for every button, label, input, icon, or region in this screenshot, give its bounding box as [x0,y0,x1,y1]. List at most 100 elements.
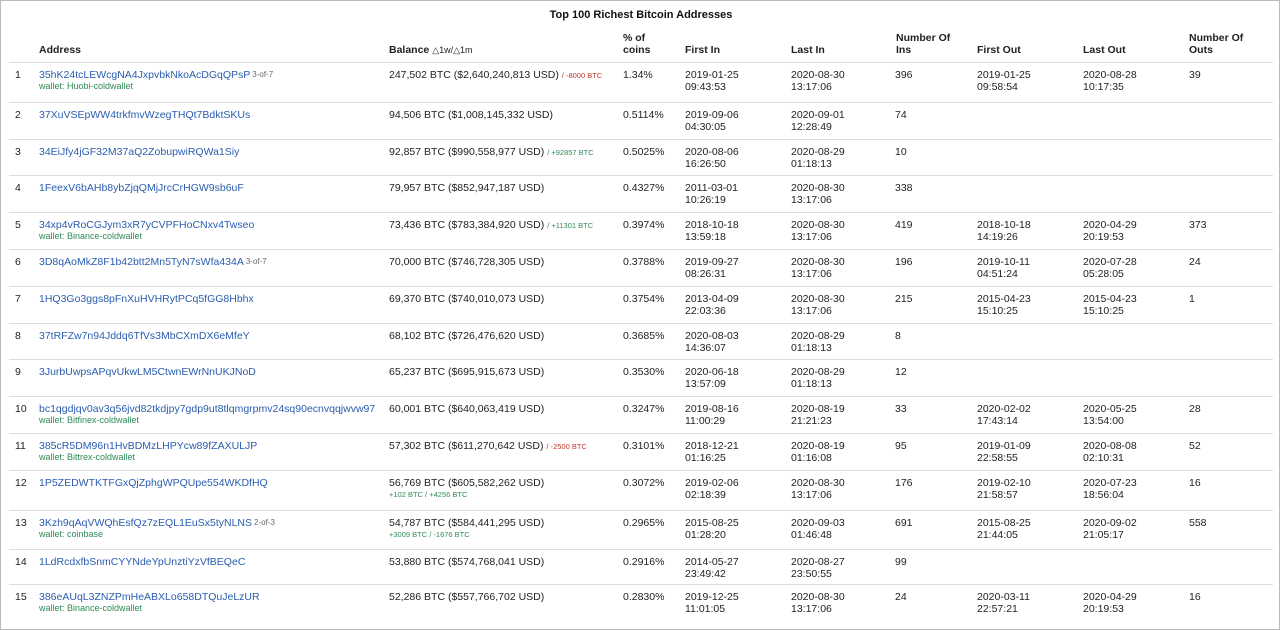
pct-cell: 1.34% [617,63,679,102]
first-in-cell-date: 2020-08-03 [685,330,739,342]
outs-count: 24 [1189,256,1201,268]
header-ins[interactable]: Number Of Ins [896,32,950,56]
first-in-cell: 2019-02-06 02:18:39 [679,471,785,510]
balance-cell: 57,302 BTC ($611,270,642 USD) / -2500 BT… [383,434,617,470]
first-in-cell-time: 01:28:20 [685,529,726,541]
first-in-cell-time: 16:26:50 [685,158,726,170]
address-cell: 1FeexV6bAHb8ybZjqQMjJrcCrHGW9sb6uF [39,176,244,194]
last-in-cell-time: 13:17:06 [791,305,832,317]
ins-count: 99 [895,556,907,568]
last-in-cell: 2020-08-30 13:17:06 [785,213,891,249]
address-link[interactable]: 3JurbUwpsAPqvUkwLM5CtwnEWrNnUKJNoD [39,366,256,378]
header-address[interactable]: Address [39,44,81,56]
balance-cell: 247,502 BTC ($2,640,240,813 USD) / -8000… [383,63,617,102]
header-ins-line1: Number Of [896,32,951,44]
last-in-cell-date: 2020-08-30 [791,477,845,489]
last-in-cell-time: 13:17:06 [791,194,832,206]
last-in-cell-date: 2020-08-19 [791,403,845,415]
row-rank: 9 [15,366,21,378]
pct-cell: 0.5114% [617,103,679,139]
balance-cell: 53,880 BTC ($574,768,041 USD) [383,550,617,584]
last-out-cell-date: 2020-08-08 [1083,440,1137,452]
first-in-cell-date: 2014-05-27 [685,556,739,568]
first-in-cell-time: 13:57:09 [685,378,726,390]
address-link[interactable]: 3D8qAoMkZ8F1b42btt2Mn5TyN7sWfa434A [39,256,244,268]
balance-value: 53,880 BTC ($574,768,041 USD) [389,556,545,568]
address-cell: 37XuVSEpWW4trkfmvWzegTHQt7BdktSKUs [39,103,250,121]
address-cell: 1P5ZEDWTKTFGxQjZphgWPQUpe554WKDfHQ [39,471,268,489]
pct-cell: 0.3788% [617,250,679,286]
last-out-cell-time: 05:28:05 [1083,268,1124,280]
address-cell: 34EiJfy4jGF32M37aQ2ZobupwiRQWa1Siy [39,140,239,158]
header-last-out[interactable]: Last Out [1083,44,1126,56]
address-link[interactable]: 1P5ZEDWTKTFGxQjZphgWPQUpe554WKDfHQ [39,477,268,489]
first-in-cell: 2013-04-09 22:03:36 [679,287,785,323]
address-link[interactable]: 1HQ3Go3ggs8pFnXuHVHRytPCq5fGG8Hbhx [39,293,254,305]
balance-change: / -8000 BTC [561,71,603,80]
ins-count: 33 [895,403,907,415]
last-in-cell-time: 01:18:13 [791,378,832,390]
first-out-cell-time: 21:44:05 [977,529,1018,541]
balance-value: 79,957 BTC ($852,947,187 USD) [389,182,545,194]
outs-count: 16 [1189,477,1201,489]
address-cell: 3Kzh9qAqVWQhEsfQz7zEQL1EuSx5tyNLNS 2-of-3… [39,511,275,540]
balance-cell: 65,237 BTC ($695,915,673 USD) [383,360,617,396]
row-rank: 8 [15,330,21,342]
ins-count: 196 [895,256,913,268]
pct-value: 0.3530% [623,366,665,378]
first-out-cell-time: 09:58:54 [977,81,1018,93]
balance-change: / +92857 BTC [547,148,594,157]
last-out-cell-date: 2020-08-28 [1083,69,1137,81]
last-in-cell-date: 2020-08-30 [791,293,845,305]
outs-count: 52 [1189,440,1201,452]
address-link[interactable]: 34xp4vRoCGJym3xR7yCVPFHoCNxv4Twseo [39,219,254,231]
last-in-cell: 2020-08-27 23:50:55 [785,550,891,584]
header-outs[interactable]: Number Of Outs [1189,32,1243,56]
address-link[interactable]: 386eAUqL3ZNZPmHeABXLo658DTQuJeLzUR [39,591,260,603]
header-pct[interactable]: % of coins [623,32,650,56]
multisig-tag: 2-of-3 [254,518,275,527]
header-last-in[interactable]: Last In [791,44,825,56]
first-out-cell-date: 2020-03-11 [977,591,1030,603]
address-link[interactable]: 3Kzh9qAqVWQhEsfQz7zEQL1EuSx5tyNLNS [39,517,252,529]
first-in-cell: 2014-05-27 23:49:42 [679,550,785,584]
pct-value: 1.34% [623,69,653,81]
first-in-cell-date: 2011-03-01 [685,182,738,194]
multisig-tag: 3-of-7 [252,70,274,79]
last-in-cell: 2020-08-30 13:17:06 [785,287,891,323]
last-in-cell-time: 13:17:06 [791,603,832,615]
address-link[interactable]: 1FeexV6bAHb8ybZjqQMjJrcCrHGW9sb6uF [39,182,244,194]
last-out-cell-date: 2020-04-29 [1083,219,1137,231]
row-rank: 12 [15,477,27,489]
address-cell: 3JurbUwpsAPqvUkwLM5CtwnEWrNnUKJNoD [39,360,256,378]
header-first-in[interactable]: First In [685,44,720,56]
first-in-cell-time: 02:18:39 [685,489,726,501]
balance-value: 68,102 BTC ($726,476,620 USD) [389,330,545,342]
address-link[interactable]: 37tRFZw7n94Jddq6TfVs3MbCXmDX6eMfeY [39,330,250,342]
balance-change-detail: +3009 BTC / -1676 BTC [389,530,470,539]
last-out-cell: 2020-09-02 21:05:17 [1077,511,1183,549]
balance-change: / +11301 BTC [547,221,594,230]
address-link[interactable]: bc1qgdjqv0av3q56jvd82tkdjpy7gdp9ut8tlqmg… [39,403,375,415]
first-out-cell: 2019-01-09 22:58:55 [971,434,1077,470]
table-row: 13 3Kzh9qAqVWQhEsfQz7zEQL1EuSx5tyNLNS 2-of… [9,510,1273,549]
header-first-out[interactable]: First Out [977,44,1021,56]
first-out-cell-date: 2019-02-10 [977,477,1031,489]
last-in-cell-time: 13:17:06 [791,81,832,93]
last-in-cell: 2020-08-19 01:16:08 [785,434,891,470]
last-in-cell-time: 13:17:06 [791,489,832,501]
pct-value: 0.5025% [623,146,665,158]
address-link[interactable]: 35hK24tcLEWcgNA4JxpvbkNkoAcDGqQPsP [39,69,250,81]
last-in-cell-date: 2020-08-30 [791,69,845,81]
address-link[interactable]: 37XuVSEpWW4trkfmvWzegTHQt7BdktSKUs [39,109,250,121]
address-link[interactable]: 1LdRcdxfbSnmCYYNdeYpUnztiYzVfBEQeC [39,556,245,568]
wallet-label: wallet: Binance-coldwallet [39,603,143,613]
table-row: 6 3D8qAoMkZ8F1b42btt2Mn5TyN7sWfa434A 3-of-… [9,249,1273,286]
table-row: 10 bc1qgdjqv0av3q56jvd82tkdjpy7gdp9ut8tlq… [9,396,1273,433]
address-link[interactable]: 385cR5DM96n1HvBDMzLHPYcw89fZAXULJP [39,440,257,452]
address-link[interactable]: 34EiJfy4jGF32M37aQ2ZobupwiRQWa1Siy [39,146,239,158]
ins-count: 74 [895,109,907,121]
pct-value: 0.4327% [623,182,665,194]
header-balance[interactable]: Balance △1w/△1m [389,44,473,56]
row-rank: 6 [15,256,21,268]
